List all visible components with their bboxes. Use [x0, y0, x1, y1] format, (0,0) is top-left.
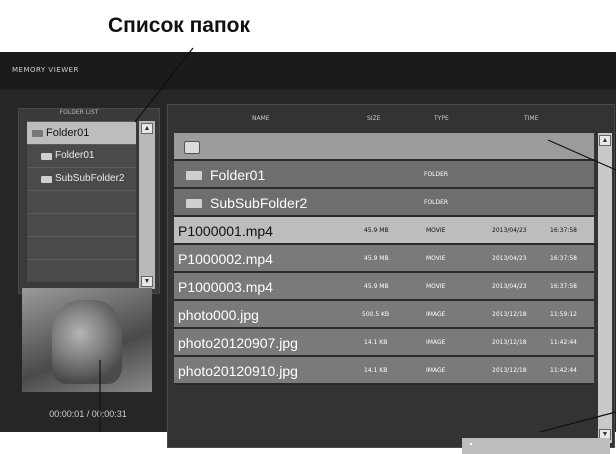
folder-icon: [186, 199, 202, 208]
file-type: MOVIE: [426, 255, 446, 262]
folder-icon: [186, 171, 202, 180]
file-type: MOVIE: [426, 283, 446, 290]
folder-list-panel: FOLDER LIST Folder01 Folder01 SubSubFold…: [18, 108, 160, 294]
file-type: FOLDER: [424, 199, 449, 206]
file-type: MOVIE: [426, 227, 446, 234]
column-type: TYPE: [434, 115, 449, 122]
folder-item-empty: [27, 190, 136, 213]
file-time: 16:37:58: [550, 283, 577, 290]
file-name: P1000001.mp4: [178, 223, 273, 239]
table-row[interactable]: P1000003.mp4 45.9 MB MOVIE 2013/04/23 16…: [174, 273, 594, 301]
file-date: 2013/12/18: [492, 367, 527, 374]
file-date: 2013/12/18: [492, 311, 527, 318]
file-name: photo20120910.jpg: [178, 363, 298, 379]
folder-item-label: Folder01: [55, 150, 95, 161]
folder-item-empty: [27, 259, 136, 282]
file-date: 2013/04/23: [492, 255, 527, 262]
up-folder-icon: [184, 141, 200, 154]
file-size: 45.9 MB: [364, 255, 389, 262]
file-name: SubSubFolder2: [210, 195, 308, 211]
file-time: 16:37:58: [550, 227, 577, 234]
scroll-up-icon[interactable]: ▲: [599, 135, 611, 146]
folder-list-header: FOLDER LIST: [59, 109, 99, 116]
file-name: photo20120907.jpg: [178, 335, 298, 351]
table-row[interactable]: photo20120907.jpg 14.1 KB IMAGE 2013/12/…: [174, 329, 594, 357]
file-list-panel: NAME SIZE TYPE TIME Folder01 FOLDER SubS…: [167, 104, 615, 448]
table-row-selected[interactable]: P1000001.mp4 45.9 MB MOVIE 2013/04/23 16…: [174, 217, 594, 245]
column-name: NAME: [252, 115, 270, 122]
folder-item-folder01[interactable]: Folder01: [27, 121, 136, 144]
file-type: IMAGE: [426, 367, 446, 374]
file-size: 14.1 KB: [364, 339, 388, 346]
file-list-header: NAME SIZE TYPE TIME: [174, 109, 604, 129]
folder-item-subfolder[interactable]: Folder01: [27, 144, 136, 167]
scroll-down-icon[interactable]: ▼: [141, 276, 153, 287]
file-type: FOLDER: [424, 171, 449, 178]
table-row-up[interactable]: [174, 133, 594, 161]
file-scrollbar[interactable]: ▲ ▼: [598, 133, 612, 443]
file-name: Folder01: [210, 167, 266, 183]
callout-title: Список папок: [108, 14, 250, 37]
column-time: TIME: [524, 115, 539, 122]
tree-image: [52, 300, 122, 384]
file-date: 2013/04/23: [492, 283, 527, 290]
file-size: 45.9 MB: [364, 227, 389, 234]
table-row[interactable]: photo20120910.jpg 14.1 KB IMAGE 2013/12/…: [174, 357, 594, 385]
folder-icon: [41, 153, 52, 160]
file-date: 2013/12/18: [492, 339, 527, 346]
file-date: 2013/04/23: [492, 227, 527, 234]
folder-item-label: SubSubFolder2: [55, 173, 125, 184]
memory-viewer-screen: MEMORY VIEWER FOLDER LIST Folder01 Folde…: [0, 52, 616, 454]
status-bar: [462, 438, 610, 454]
app-title: MEMORY VIEWER: [12, 66, 79, 74]
table-row[interactable]: photo000.jpg 500.5 KB IMAGE 2013/12/18 1…: [174, 301, 594, 329]
file-name: P1000003.mp4: [178, 279, 273, 295]
table-row[interactable]: SubSubFolder2 FOLDER: [174, 189, 594, 217]
file-time: 11:59:12: [550, 311, 577, 318]
status-dot: [470, 443, 472, 445]
table-row[interactable]: Folder01 FOLDER: [174, 161, 594, 189]
playback-timecode: 00:00:01 / 00:00:31: [49, 409, 127, 419]
file-size: 500.5 KB: [362, 311, 390, 318]
preview-thumbnail: [22, 288, 152, 392]
file-size: 14.1 KB: [364, 367, 388, 374]
folder-item-empty: [27, 236, 136, 259]
file-type: IMAGE: [426, 339, 446, 346]
file-time: 16:37:58: [550, 255, 577, 262]
folder-item-subsubfolder[interactable]: SubSubFolder2: [27, 167, 136, 190]
file-rows: Folder01 FOLDER SubSubFolder2 FOLDER P10…: [174, 133, 594, 385]
file-time: 11:42:44: [550, 339, 577, 346]
file-size: 45.9 MB: [364, 283, 389, 290]
folder-item-label: Folder01: [46, 127, 90, 139]
folder-item-empty: [27, 213, 136, 236]
column-size: SIZE: [367, 115, 381, 122]
folder-icon: [41, 176, 52, 183]
file-type: IMAGE: [426, 311, 446, 318]
folder-list: Folder01 Folder01 SubSubFolder2: [27, 121, 136, 282]
file-name: photo000.jpg: [178, 307, 259, 323]
title-bar: MEMORY VIEWER: [0, 52, 616, 90]
scroll-up-icon[interactable]: ▲: [141, 123, 153, 134]
folder-icon: [32, 130, 43, 137]
folder-scrollbar[interactable]: ▲ ▼: [139, 121, 155, 289]
file-name: P1000002.mp4: [178, 251, 273, 267]
table-row[interactable]: P1000002.mp4 45.9 MB MOVIE 2013/04/23 16…: [174, 245, 594, 273]
file-time: 11:42:44: [550, 367, 577, 374]
